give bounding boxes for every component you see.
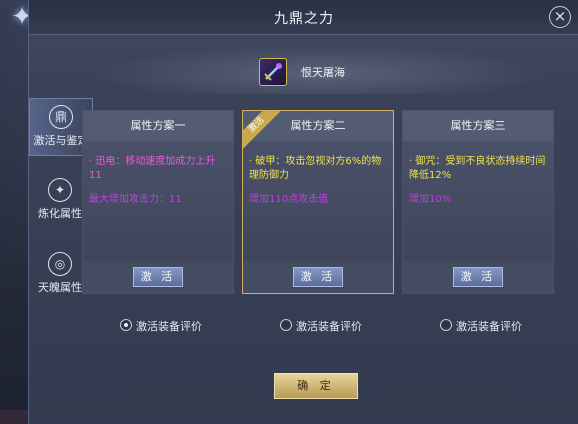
item-name: 恨天屠海 [301,66,345,79]
activated-badge-label: 激活 [243,111,280,149]
radio-label: 激活装备评价 [296,320,362,333]
radio-button[interactable] [440,319,452,331]
spirit-icon: ◎ [48,252,72,276]
radio-button[interactable] [280,319,292,331]
card-footer: 激 活 [83,261,233,293]
card-bonus-line: 最大增加攻击力：11 [89,194,182,205]
confirm-button[interactable]: 确 定 [274,373,358,399]
jiuding-power-window: 九鼎之力 × 恨天屠海 鼎 激活与鉴定 ✦ 炼化属性 ◎ 天魄属性 属性方案一 … [28,0,578,424]
card-title: 属性方案三 [403,111,553,141]
card-bonus-line: 增加110点攻击值 [249,194,329,205]
radio-button[interactable] [120,319,132,331]
card-footer: 激 活 [243,261,393,293]
window-title: 九鼎之力 [274,11,334,27]
activated-badge: 激活 [243,111,281,149]
title-bar: 九鼎之力 × [29,0,578,35]
card-footer: 激 活 [403,261,553,293]
card-attribute-line: · 御咒：受到不良状态持续时间降低12% [409,156,546,181]
activate-button[interactable]: 激 活 [133,267,183,287]
card-attribute-line: · 破甲：攻击忽视对方6%的物理防御力 [249,156,382,181]
close-icon: × [553,7,567,25]
sparkle-icon: ✦ [48,178,72,202]
attribute-plan-card-2[interactable]: 属性方案二 激活 · 破甲：攻击忽视对方6%的物理防御力 增加110点攻击值 激… [242,110,394,294]
radio-label: 激活装备评价 [136,320,202,333]
card-title: 属性方案一 [83,111,233,141]
attribute-plan-card-3[interactable]: 属性方案三 · 御咒：受到不良状态持续时间降低12% 增加10% 激 活 [402,110,554,294]
weapon-item-icon[interactable] [259,58,287,86]
activate-button[interactable]: 激 活 [453,267,503,287]
sword-icon [264,63,282,81]
card-bonus-line: 增加10% [409,194,452,205]
close-button[interactable]: × [549,6,571,28]
radio-label: 激活装备评价 [456,320,522,333]
attribute-plan-card-1[interactable]: 属性方案一 · 迅电：移动速度加成力上升 11 最大增加攻击力：11 激 活 [82,110,234,294]
activate-button[interactable]: 激 活 [293,267,343,287]
card-attribute-line: · 迅电：移动速度加成力上升 11 [89,156,216,181]
cauldron-icon: 鼎 [49,105,73,129]
